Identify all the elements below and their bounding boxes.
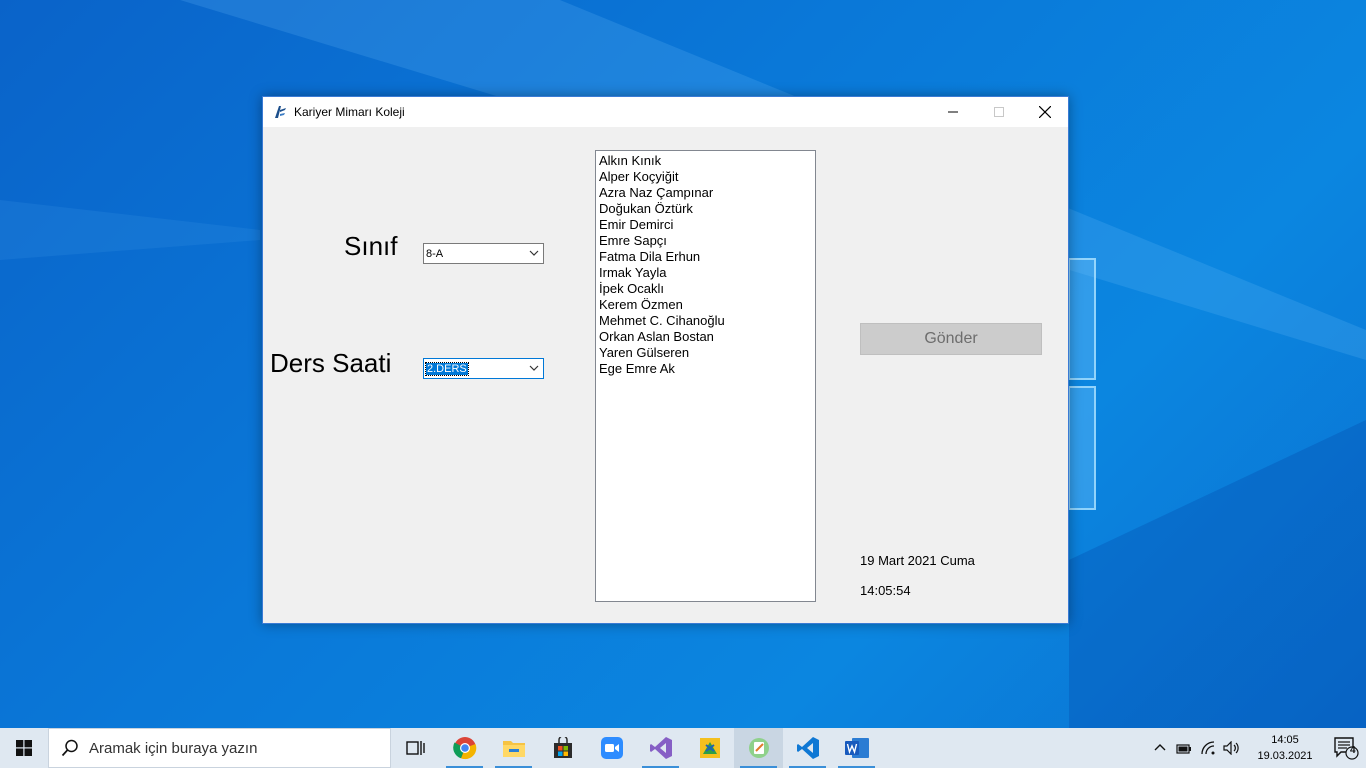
app-logo-icon [275, 106, 286, 118]
windows-logo-pane [1068, 258, 1096, 380]
student-list-item[interactable]: Azra Naz Çampınar [599, 185, 812, 201]
task-view-icon [405, 741, 425, 755]
notification-count-badge: 4 [1350, 745, 1356, 756]
sinif-selected-value: 8-A [426, 247, 444, 260]
word-icon [844, 738, 869, 758]
student-list-item[interactable]: Fatma Dila Erhun [599, 249, 812, 265]
start-button[interactable] [0, 728, 48, 768]
taskbar-clock[interactable]: 14:05 19.03.2021 [1250, 732, 1320, 764]
ders-saati-dropdown[interactable]: 2.DERS [423, 358, 544, 379]
send-button[interactable]: Gönder [860, 323, 1042, 355]
maximize-button [976, 97, 1022, 127]
zoom-icon [600, 737, 623, 759]
student-list-item[interactable]: Mehmet C. Cihanoğlu [599, 313, 812, 329]
student-list-item[interactable]: Emre Sapçı [599, 233, 812, 249]
search-placeholder: Aramak için buraya yazın [89, 739, 258, 757]
system-tray: 14:05 19.03.2021 4 [1148, 728, 1366, 768]
clock-time: 14:05 [1271, 734, 1299, 746]
taskbar-app-visual-studio[interactable] [636, 728, 685, 768]
folder-icon [502, 741, 525, 757]
chevron-up-icon [1154, 744, 1166, 751]
task-view-button[interactable] [391, 728, 440, 768]
sinif-label: Sınıf [344, 231, 398, 261]
store-icon [553, 737, 572, 758]
taskbar-app-file-explorer[interactable] [489, 728, 538, 768]
taskbar: Aramak için buraya yazın 14:05 19.03.202… [0, 728, 1366, 768]
student-list-item[interactable]: İpek Ocaklı [599, 281, 812, 297]
taskbar-app-microsoft-store[interactable] [538, 728, 587, 768]
taskbar-app-zoom[interactable] [587, 728, 636, 768]
search-icon [61, 739, 78, 757]
taskbar-app-running[interactable] [734, 728, 783, 768]
taskbar-app-vscode[interactable] [783, 728, 832, 768]
clock-date: 19.03.2021 [1257, 750, 1313, 762]
taskbar-app-chrome[interactable] [440, 728, 489, 768]
running-app-icon [748, 738, 769, 758]
taskbar-search-box[interactable]: Aramak için buraya yazın [48, 728, 391, 768]
student-list-item[interactable]: Yaren Gülseren [599, 345, 812, 361]
ders-saati-selected-value: 2.DERS [425, 361, 469, 376]
vscode-icon [796, 737, 819, 759]
window-title: Kariyer Mimarı Koleji [294, 105, 405, 119]
sinif-dropdown[interactable]: 8-A [423, 243, 544, 264]
student-list-item[interactable]: Irmak Yayla [599, 265, 812, 281]
windows-start-icon [16, 740, 32, 756]
student-listbox[interactable]: Alkın Kınık Alper Koçyiğit Azra Naz Çampın… [595, 150, 816, 602]
chrome-icon [452, 737, 476, 760]
chevron-down-icon [529, 365, 539, 371]
chevron-down-icon [529, 250, 539, 256]
maximize-icon [994, 107, 1004, 117]
visual-studio-icon [649, 737, 672, 759]
volume-tray-button[interactable] [1220, 728, 1244, 768]
app-window: Kariyer Mimarı Koleji Sınıf 8-A Ders Saa… [262, 96, 1069, 624]
student-list-item[interactable]: Emir Demirci [599, 217, 812, 233]
student-list-item[interactable]: Doğukan Öztürk [599, 201, 812, 217]
windows-logo-pane [1068, 386, 1096, 510]
battery-icon [1176, 744, 1191, 754]
title-bar[interactable]: Kariyer Mimarı Koleji [263, 97, 1068, 127]
time-label: 14:05:54 [860, 583, 911, 598]
ders-saati-label: Ders Saati [270, 348, 392, 378]
student-list-item[interactable]: Ege Emre Ak [599, 361, 812, 377]
battery-tray-button[interactable] [1172, 728, 1196, 768]
show-hidden-icons-button[interactable] [1148, 728, 1172, 768]
student-list-item[interactable]: Alper Koçyiğit [599, 169, 812, 185]
close-icon [1039, 106, 1051, 118]
student-list-item[interactable]: Orkan Aslan Bostan [599, 329, 812, 345]
network-tray-button[interactable] [1196, 728, 1220, 768]
dev-tool-icon [699, 738, 720, 758]
wifi-icon [1201, 741, 1215, 755]
close-button[interactable] [1022, 97, 1068, 127]
minimize-icon [948, 111, 958, 113]
taskbar-app-word[interactable] [832, 728, 881, 768]
taskbar-app-dev-tool[interactable] [685, 728, 734, 768]
student-list-item[interactable]: Alkın Kınık [599, 153, 812, 169]
action-center-button[interactable]: 4 [1326, 728, 1366, 768]
volume-icon [1223, 741, 1239, 755]
student-list-item[interactable]: Kerem Özmen [599, 297, 812, 313]
date-label: 19 Mart 2021 Cuma [860, 553, 975, 568]
minimize-button[interactable] [930, 97, 976, 127]
